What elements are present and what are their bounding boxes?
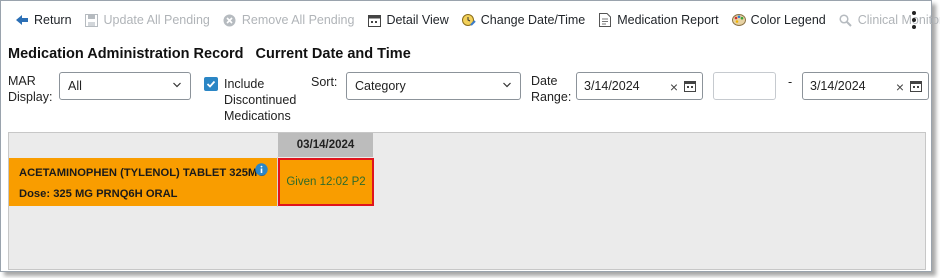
calendar-view-icon	[367, 13, 381, 27]
mar-grid: 03/14/2024 ACETAMINOPHEN (TYLENOL) TABLE…	[8, 132, 926, 270]
date-from-value: 3/14/2024	[584, 79, 640, 93]
medication-cell[interactable]: ACETAMINOPHEN (TYLENOL) TABLET 325MG Dos…	[9, 158, 277, 206]
mar-display-value: All	[68, 79, 82, 93]
remove-circle-icon	[223, 13, 237, 27]
palette-icon	[731, 13, 746, 27]
kebab-menu-icon[interactable]	[911, 11, 917, 29]
sort-value: Category	[355, 79, 406, 93]
column-header-date: 03/14/2024	[278, 133, 373, 157]
date-range-separator: -	[788, 75, 793, 89]
administration-status-cell[interactable]: Given 12:02 P2	[278, 158, 374, 206]
page-title-sub: Current Date and Time	[255, 46, 411, 62]
remove-all-pending-button[interactable]: Remove All Pending	[223, 13, 355, 27]
return-label: Return	[34, 13, 72, 27]
document-icon	[598, 13, 612, 27]
mar-display-label: MAR Display:	[8, 74, 53, 104]
return-button[interactable]: Return	[15, 13, 72, 27]
page-title-main: Medication Administration Record	[8, 46, 244, 62]
clear-icon[interactable]: ×	[896, 79, 904, 95]
toolbar: Return Update All Pending Remove All Pen…	[1, 1, 940, 39]
include-discontinued-label: Include Discontinued Medications	[224, 77, 297, 123]
update-all-pending-button[interactable]: Update All Pending	[85, 13, 210, 27]
clinical-monitoring-button[interactable]: Clinical Monitoring	[839, 13, 940, 27]
date-range-label: Date Range:	[531, 74, 572, 104]
clock-edit-icon	[461, 13, 476, 27]
medication-report-label: Medication Report	[617, 13, 719, 27]
date-to-value: 3/14/2024	[810, 79, 866, 93]
medication-dose: Dose: 325 MG PRNQ6H ORAL	[19, 188, 178, 200]
detail-view-label: Detail View	[386, 13, 449, 27]
change-date-time-label: Change Date/Time	[480, 13, 586, 27]
detail-view-button[interactable]: Detail View	[367, 13, 449, 27]
mar-window: Return Update All Pending Remove All Pen…	[0, 0, 940, 272]
medication-name: ACETAMINOPHEN (TYLENOL) TABLET 325MG	[19, 167, 266, 179]
color-legend-button[interactable]: Color Legend	[731, 13, 826, 27]
medication-report-button[interactable]: Medication Report	[598, 13, 719, 27]
change-date-time-button[interactable]: Change Date/Time	[461, 13, 586, 27]
update-all-pending-label: Update All Pending	[103, 13, 210, 27]
clear-icon[interactable]: ×	[670, 79, 678, 95]
calendar-icon[interactable]	[910, 80, 922, 92]
date-from-field[interactable]: 3/14/2024 ×	[576, 72, 703, 100]
chevron-down-icon	[173, 82, 181, 88]
sort-select[interactable]: Category	[346, 72, 521, 100]
arrow-left-icon	[15, 13, 29, 27]
page-title: Medication Administration Record Current …	[8, 46, 411, 62]
info-icon[interactable]	[255, 163, 268, 176]
remove-all-pending-label: Remove All Pending	[241, 13, 355, 27]
time-field[interactable]	[713, 72, 776, 100]
calendar-icon[interactable]	[684, 80, 696, 92]
color-legend-label: Color Legend	[750, 13, 826, 27]
magnifier-icon	[839, 13, 853, 27]
checkmark-icon	[206, 80, 216, 88]
sort-label: Sort:	[311, 75, 338, 89]
save-icon	[85, 13, 99, 27]
clinical-monitoring-label: Clinical Monitoring	[857, 13, 940, 27]
date-to-field[interactable]: 3/14/2024 ×	[802, 72, 929, 100]
chevron-down-icon	[503, 82, 511, 88]
mar-display-select[interactable]: All	[59, 72, 191, 100]
administration-status: Given 12:02 P2	[286, 176, 366, 188]
include-discontinued-checkbox[interactable]	[204, 77, 218, 91]
